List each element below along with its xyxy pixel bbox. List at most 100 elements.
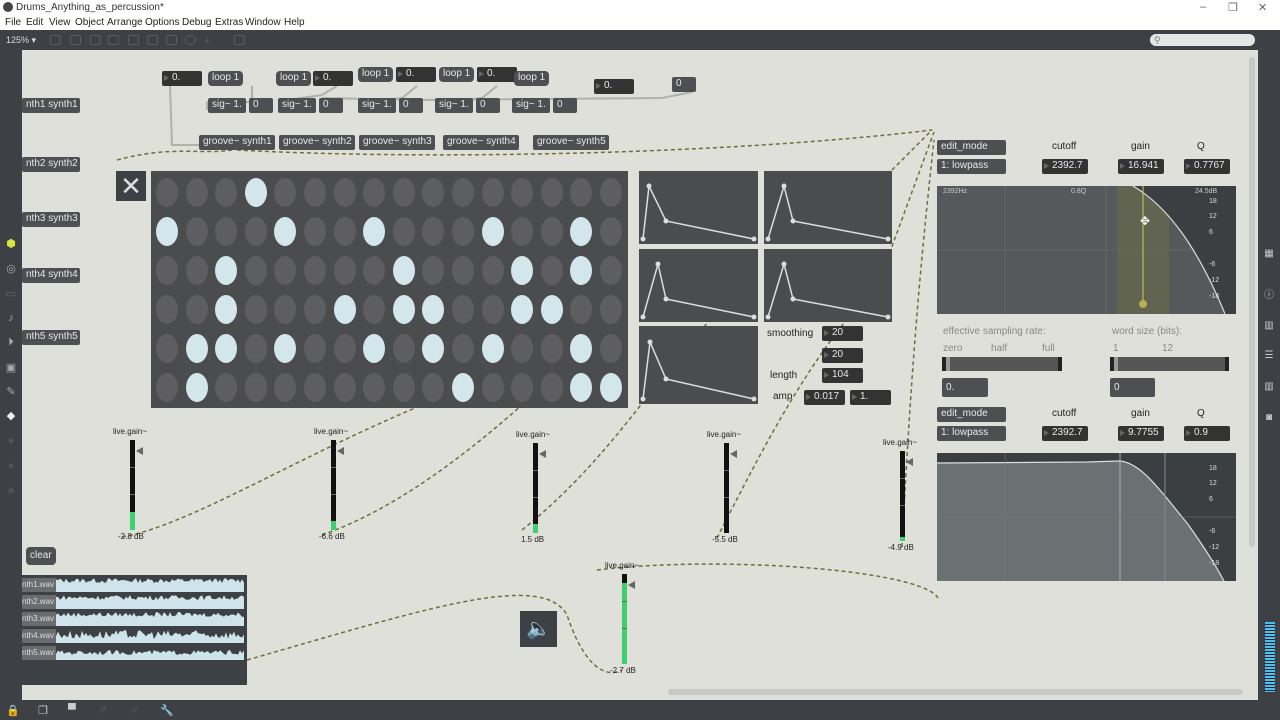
star-icon[interactable]: ★ [5, 485, 17, 497]
sequencer-step[interactable] [600, 217, 622, 246]
toolbar-lock-icon[interactable] [234, 35, 245, 45]
grid-snap-icon[interactable]: # [100, 704, 106, 716]
groove-synth4[interactable]: groove~ synth4 [443, 135, 519, 150]
menu-object[interactable]: Object [75, 17, 104, 28]
sig-object-5[interactable]: sig~ 1. [512, 98, 550, 113]
horizontal-scrollbar[interactable] [668, 689, 1243, 695]
sequencer-step[interactable] [600, 373, 622, 402]
sequencer-step[interactable] [333, 178, 356, 207]
sequencer-step[interactable] [215, 178, 238, 207]
sig-object-3[interactable]: sig~ 1. [358, 98, 396, 113]
sequencer-step[interactable] [540, 295, 563, 324]
send-synth5[interactable]: nth5 synth5 [22, 330, 80, 345]
send-synth4[interactable]: nth4 synth4 [22, 268, 80, 283]
sequencer-step[interactable] [215, 373, 238, 402]
close-window-button[interactable]: ✕ [1258, 1, 1267, 14]
sequencer-step[interactable] [185, 373, 208, 402]
loop-message-2[interactable]: loop 1 [276, 71, 312, 86]
sequencer-step[interactable] [363, 373, 386, 402]
sequencer-step[interactable] [363, 334, 386, 363]
minus-icon[interactable]: ▭ [5, 288, 17, 300]
sequencer-step[interactable] [333, 295, 356, 324]
maximize-button[interactable]: ❐ [1228, 1, 1238, 14]
history-icon[interactable]: ● [5, 460, 17, 472]
word-size-number[interactable]: 0 [1110, 378, 1155, 397]
wrench-icon[interactable]: 🔧 [160, 704, 174, 717]
toolbar-slider-icon[interactable] [166, 35, 177, 45]
gain-slider-handle[interactable] [337, 447, 344, 455]
menu-view[interactable]: View [49, 17, 71, 28]
loop-message-3[interactable]: loop 1 [358, 67, 394, 82]
sig-object-2[interactable]: sig~ 1. [278, 98, 316, 113]
q-number-1[interactable]: 0.7767 [1184, 159, 1230, 174]
play-icon[interactable]: ⏵ [5, 336, 17, 348]
sequencer-step[interactable] [570, 373, 593, 402]
plug-icon[interactable]: ◆ [5, 410, 17, 422]
sequencer-step[interactable] [244, 217, 267, 246]
sequencer-step[interactable] [185, 334, 208, 363]
gain-slider-handle[interactable] [906, 458, 913, 466]
gain-meter[interactable] [533, 443, 538, 533]
sequencer-step[interactable] [363, 178, 386, 207]
sequencer-step[interactable] [185, 256, 208, 285]
sequencer-step[interactable] [304, 217, 326, 246]
sequencer-step[interactable] [244, 178, 267, 207]
sequencer-step[interactable] [452, 217, 474, 246]
gain-slider-handle[interactable] [730, 450, 737, 458]
sequencer-step[interactable] [540, 373, 563, 402]
paperclip-icon[interactable]: ✎ [5, 386, 17, 398]
music-note-icon[interactable]: ♪ [5, 312, 17, 324]
sequencer-step[interactable] [274, 256, 297, 285]
sequencer-step[interactable] [481, 295, 504, 324]
sequencer-step[interactable] [156, 217, 178, 246]
groove-synth3[interactable]: groove~ synth3 [359, 135, 435, 150]
sequencer-step[interactable] [570, 334, 593, 363]
gain-number-2[interactable]: 9.7755 [1118, 426, 1164, 441]
sequencer-step[interactable] [392, 217, 415, 246]
sequencer-step[interactable] [600, 256, 622, 285]
float-number-2[interactable]: 0. [313, 71, 353, 86]
sig-int-5[interactable]: 0 [553, 98, 577, 113]
sig-object-1[interactable]: sig~ 1. [208, 98, 246, 113]
sequencer-step[interactable] [452, 334, 474, 363]
sequencer-step[interactable] [363, 295, 386, 324]
loop-message-4[interactable]: loop 1 [439, 67, 475, 82]
groove-synth2[interactable]: groove~ synth2 [279, 135, 355, 150]
sequencer-step[interactable] [185, 178, 208, 207]
sequencer-step[interactable] [481, 334, 504, 363]
menu-options[interactable]: Options [145, 17, 179, 28]
sequencer-step[interactable] [215, 334, 238, 363]
sequencer-step[interactable] [511, 334, 534, 363]
volume-meter[interactable] [1265, 622, 1275, 692]
sequencer-step[interactable] [304, 295, 326, 324]
gain-slider-handle[interactable] [136, 447, 143, 455]
groove-synth5[interactable]: groove~ synth5 [533, 135, 609, 150]
sequencer-step[interactable] [481, 256, 504, 285]
sequencer-step[interactable] [540, 334, 563, 363]
cutoff-number-2[interactable]: 2392.7 [1042, 426, 1088, 441]
sequencer-step[interactable] [363, 217, 386, 246]
toolbar-dial-icon[interactable] [185, 35, 196, 45]
info-icon[interactable]: ⓘ [1263, 290, 1275, 302]
envelope-4[interactable] [764, 249, 892, 322]
sequencer-step[interactable] [274, 334, 297, 363]
info-icon[interactable]: ● [5, 435, 17, 447]
toolbar-object-icon[interactable] [50, 35, 61, 45]
sequencer-step[interactable] [244, 373, 267, 402]
sig-int-2[interactable]: 0 [319, 98, 343, 113]
sequencer-step[interactable] [274, 373, 297, 402]
float-number-4[interactable]: 0. [477, 67, 517, 82]
sequencer-step[interactable] [156, 256, 178, 285]
sequencer-step[interactable] [481, 178, 504, 207]
amp-number-2[interactable]: 1. [850, 390, 891, 405]
menu-arrange[interactable]: Arrange [107, 17, 143, 28]
filter-mode-select-1[interactable]: 1: lowpass [937, 159, 1006, 174]
clear-button[interactable]: clear [26, 547, 56, 565]
menu-help[interactable]: Help [284, 17, 305, 28]
sequencer-step[interactable] [392, 373, 415, 402]
sig-int-3[interactable]: 0 [399, 98, 423, 113]
float-number-5[interactable]: 0. [594, 79, 634, 94]
sequencer-step[interactable] [452, 178, 474, 207]
gain-meter[interactable] [622, 574, 627, 664]
send-synth1[interactable]: nth1 synth1 [22, 98, 80, 113]
